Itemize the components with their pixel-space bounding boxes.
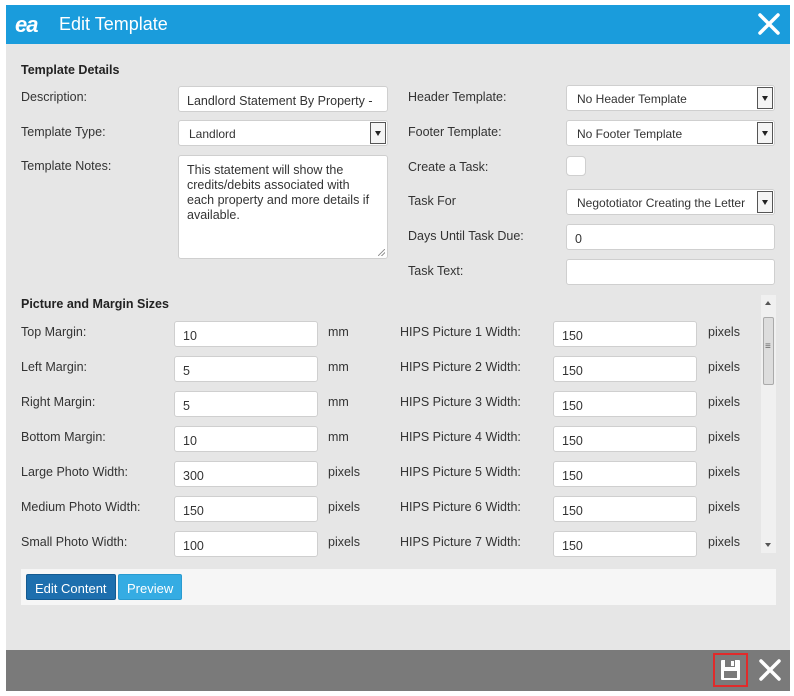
picture-margin-heading: Picture and Margin Sizes xyxy=(21,297,169,311)
header-template-select[interactable]: No Header Template xyxy=(566,85,775,111)
unit-label: pixels xyxy=(708,325,740,339)
size-input[interactable]: 100 xyxy=(174,531,318,557)
save-button[interactable] xyxy=(713,653,748,687)
save-icon xyxy=(721,660,740,680)
hips-width-label: HIPS Picture 6 Width: xyxy=(400,500,521,514)
footer-template-select[interactable]: No Footer Template xyxy=(566,120,775,146)
preview-button[interactable]: Preview xyxy=(118,574,183,600)
size-label: Medium Photo Width: xyxy=(21,500,141,514)
template-type-value: Landlord xyxy=(189,127,236,141)
unit-label: pixels xyxy=(708,465,740,479)
template-details-heading: Template Details xyxy=(21,63,120,77)
task-for-label: Task For xyxy=(408,194,456,208)
unit-label: pixels xyxy=(708,360,740,374)
size-input[interactable]: 5 xyxy=(174,391,318,417)
task-text-input[interactable] xyxy=(566,259,775,285)
resize-handle-icon[interactable] xyxy=(378,249,385,256)
hips-width-label: HIPS Picture 7 Width: xyxy=(400,535,521,549)
hips-width-input[interactable]: 150 xyxy=(553,321,697,347)
task-for-value: Negototiator Creating the Letter xyxy=(577,196,746,210)
unit-label: mm xyxy=(328,325,349,339)
title-bar: ea Edit Template xyxy=(6,5,790,44)
unit-label: mm xyxy=(328,360,349,374)
scroll-down-icon[interactable] xyxy=(765,543,771,547)
description-input[interactable]: Landlord Statement By Property - xyxy=(178,86,388,112)
size-label: Top Margin: xyxy=(21,325,87,339)
hips-width-input[interactable]: 150 xyxy=(553,426,697,452)
hips-width-input[interactable]: 150 xyxy=(553,356,697,382)
dialog-footer xyxy=(6,650,790,691)
size-label: Left Margin: xyxy=(21,360,88,374)
content-button-bar: Edit Content Preview xyxy=(21,569,776,605)
header-template-label: Header Template: xyxy=(408,90,507,104)
unit-label: pixels xyxy=(708,430,740,444)
hips-width-label: HIPS Picture 5 Width: xyxy=(400,465,521,479)
task-text-label: Task Text: xyxy=(408,264,464,278)
chevron-down-icon[interactable] xyxy=(757,122,773,144)
chevron-down-icon[interactable] xyxy=(370,122,386,144)
scroll-thumb[interactable] xyxy=(763,317,774,385)
size-input[interactable]: 300 xyxy=(174,461,318,487)
template-type-label: Template Type: xyxy=(21,125,106,139)
chevron-down-icon[interactable] xyxy=(757,87,773,109)
footer-template-label: Footer Template: xyxy=(408,125,502,139)
size-label: Large Photo Width: xyxy=(21,465,129,479)
scroll-up-icon[interactable] xyxy=(765,301,771,305)
size-input[interactable]: 10 xyxy=(174,321,318,347)
unit-label: pixels xyxy=(708,395,740,409)
edit-content-button[interactable]: Edit Content xyxy=(26,574,116,600)
header-template-value: No Header Template xyxy=(577,92,687,106)
unit-label: pixels xyxy=(328,535,360,549)
size-label: Right Margin: xyxy=(21,395,96,409)
task-for-select[interactable]: Negototiator Creating the Letter xyxy=(566,189,775,215)
hips-width-label: HIPS Picture 3 Width: xyxy=(400,395,521,409)
size-input[interactable]: 150 xyxy=(174,496,318,522)
unit-label: mm xyxy=(328,430,349,444)
create-task-label: Create a Task: xyxy=(408,160,489,174)
unit-label: pixels xyxy=(708,500,740,514)
unit-label: pixels xyxy=(328,500,360,514)
hips-width-input[interactable]: 150 xyxy=(553,496,697,522)
vertical-scrollbar[interactable] xyxy=(761,295,776,553)
hips-width-input[interactable]: 150 xyxy=(553,391,697,417)
size-input[interactable]: 5 xyxy=(174,356,318,382)
unit-label: mm xyxy=(328,395,349,409)
app-logo: ea xyxy=(15,12,39,37)
hips-width-input[interactable]: 150 xyxy=(553,531,697,557)
days-until-due-label: Days Until Task Due: xyxy=(408,229,524,243)
unit-label: pixels xyxy=(708,535,740,549)
close-icon[interactable] xyxy=(756,656,784,684)
hips-width-label: HIPS Picture 2 Width: xyxy=(400,360,521,374)
size-input[interactable]: 10 xyxy=(174,426,318,452)
create-task-checkbox[interactable] xyxy=(566,156,586,176)
hips-width-label: HIPS Picture 4 Width: xyxy=(400,430,521,444)
chevron-down-icon[interactable] xyxy=(757,191,773,213)
size-label: Bottom Margin: xyxy=(21,430,106,444)
close-icon[interactable] xyxy=(756,11,782,37)
hips-width-input[interactable]: 150 xyxy=(553,461,697,487)
footer-template-value: No Footer Template xyxy=(577,127,683,141)
size-label: Small Photo Width: xyxy=(21,535,128,549)
description-label: Description: xyxy=(21,90,87,104)
template-notes-value: This statement will show the credits/deb… xyxy=(187,163,370,222)
template-notes-textarea[interactable]: This statement will show the credits/deb… xyxy=(178,155,388,259)
edit-template-dialog: ea Edit Template Template Details Descri… xyxy=(6,5,790,691)
dialog-title: Edit Template xyxy=(59,14,168,34)
template-type-select[interactable]: Landlord xyxy=(178,120,388,146)
days-until-due-input[interactable]: 0 xyxy=(566,224,775,250)
unit-label: pixels xyxy=(328,465,360,479)
template-notes-label: Template Notes: xyxy=(21,159,112,173)
hips-width-label: HIPS Picture 1 Width: xyxy=(400,325,521,339)
